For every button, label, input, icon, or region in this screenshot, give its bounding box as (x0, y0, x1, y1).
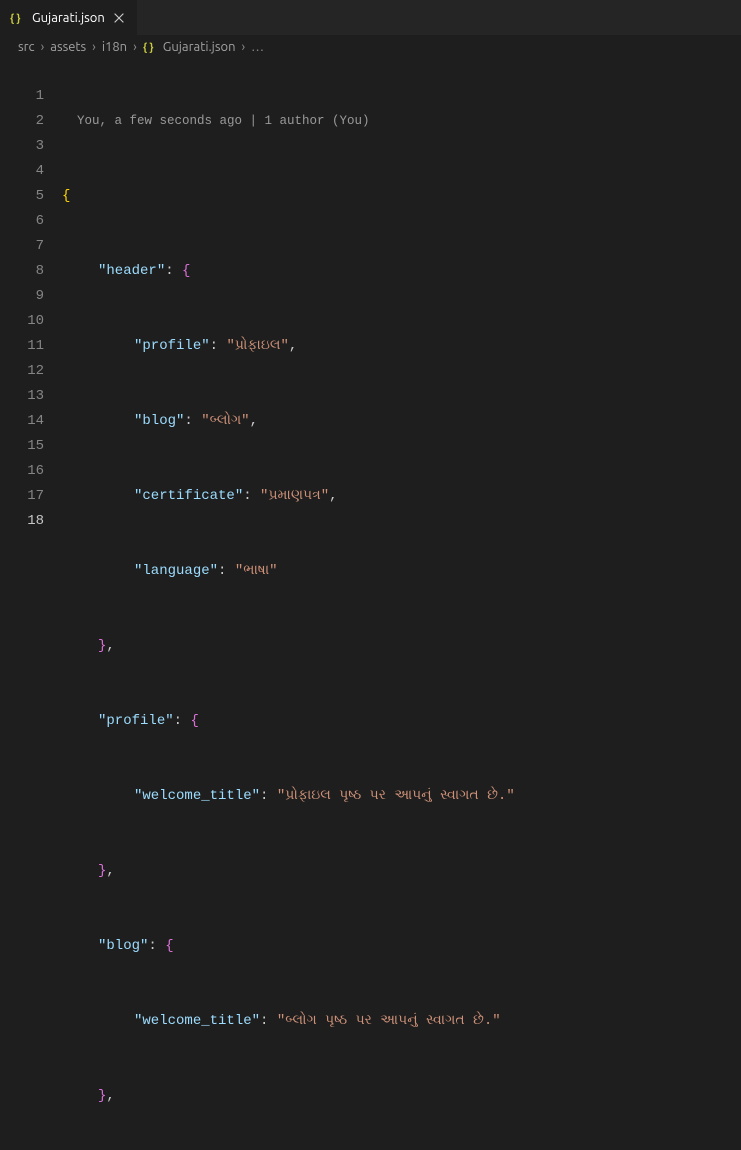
line-number: 16 (0, 459, 44, 484)
line-number: 9 (0, 284, 44, 309)
tab-label: Gujarati.json (32, 11, 105, 25)
line-number: 15 (0, 434, 44, 459)
line-number: 14 (0, 409, 44, 434)
tab-bar: { } Gujarati.json (0, 0, 741, 35)
line-number: 6 (0, 209, 44, 234)
line-number: 3 (0, 134, 44, 159)
svg-text:{ }: { } (10, 13, 21, 25)
json-icon: { } (143, 39, 159, 55)
breadcrumb-segment[interactable]: assets (50, 40, 86, 54)
chevron-right-icon: › (41, 40, 45, 54)
code-content[interactable]: You, a few seconds ago | 1 author (You) … (62, 59, 741, 1150)
line-number: 11 (0, 334, 44, 359)
line-number: 2 (0, 109, 44, 134)
line-number: 7 (0, 234, 44, 259)
line-number: 12 (0, 359, 44, 384)
json-icon: { } (10, 10, 26, 26)
breadcrumb[interactable]: src › assets › i18n › { } Gujarati.json … (0, 35, 741, 59)
breadcrumb-trailing[interactable]: … (251, 40, 264, 54)
code-editor[interactable]: 123456789101112131415161718 You, a few s… (0, 59, 741, 1150)
line-number: 10 (0, 309, 44, 334)
line-number-gutter: 123456789101112131415161718 (0, 59, 62, 1150)
svg-text:{ }: { } (143, 42, 154, 54)
chevron-right-icon: › (242, 40, 246, 54)
breadcrumb-segment[interactable]: i18n (102, 40, 127, 54)
line-number: 13 (0, 384, 44, 409)
line-number: 18 (0, 509, 44, 534)
line-number: 17 (0, 484, 44, 509)
close-icon[interactable] (111, 10, 127, 26)
breadcrumb-segment[interactable]: Gujarati.json (163, 40, 236, 54)
chevron-right-icon: › (92, 40, 96, 54)
line-number: 8 (0, 259, 44, 284)
chevron-right-icon: › (133, 40, 137, 54)
tab-gujarati-json[interactable]: { } Gujarati.json (0, 0, 138, 35)
codelens-annotation[interactable]: You, a few seconds ago | 1 author (You) (62, 109, 741, 134)
line-number: 1 (0, 84, 44, 109)
line-number: 4 (0, 159, 44, 184)
line-number: 5 (0, 184, 44, 209)
breadcrumb-segment[interactable]: src (18, 40, 35, 54)
